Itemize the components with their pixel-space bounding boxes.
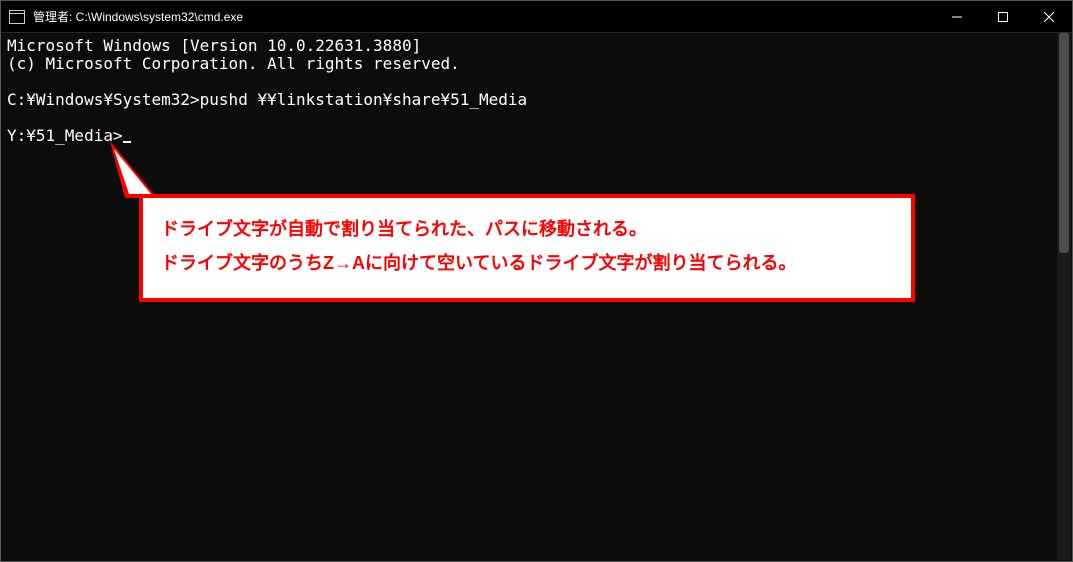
window-title: 管理者: C:\Windows\system32\cmd.exe (33, 8, 243, 25)
minimize-button[interactable] (934, 1, 980, 32)
window-controls (934, 1, 1072, 32)
version-line: Microsoft Windows [Version 10.0.22631.38… (7, 36, 421, 55)
prompt-1-path: C:¥Windows¥System32> (7, 90, 200, 109)
title-left: 管理者: C:\Windows\system32\cmd.exe (1, 8, 243, 25)
callout-line-1: ドライブ文字が自動で割り当てられた、パスに移動される。 (161, 212, 893, 246)
titlebar[interactable]: 管理者: C:\Windows\system32\cmd.exe (1, 1, 1072, 33)
annotation-callout: ドライブ文字が自動で割り当てられた、パスに移動される。 ドライブ文字のうちZ→A… (139, 194, 915, 302)
cmd-icon (9, 10, 25, 24)
prompt-2-path: Y:¥51_Media> (7, 126, 123, 145)
callout-line-2: ドライブ文字のうちZ→Aに向けて空いているドライブ文字が割り当てられる。 (161, 246, 893, 280)
prompt-1-command: pushd ¥¥linkstation¥share¥51_Media (200, 90, 528, 109)
maximize-button[interactable] (980, 1, 1026, 32)
cmd-window: 管理者: C:\Windows\system32\cmd.exe Microso… (0, 0, 1073, 562)
scrollbar-thumb[interactable] (1059, 33, 1069, 253)
vertical-scrollbar[interactable] (1057, 33, 1071, 560)
copyright-line: (c) Microsoft Corporation. All rights re… (7, 54, 460, 73)
close-button[interactable] (1026, 1, 1072, 32)
